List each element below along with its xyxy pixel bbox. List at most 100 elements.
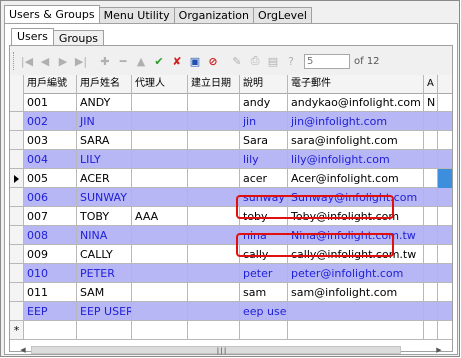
cell-extra[interactable]	[424, 302, 438, 320]
row-header[interactable]	[10, 245, 24, 263]
cell-created[interactable]	[188, 169, 240, 187]
cell-extra[interactable]	[424, 283, 438, 301]
cell-email[interactable]: sara@infolight.com	[288, 131, 424, 149]
cell-agent[interactable]	[132, 169, 188, 187]
cell-extra[interactable]	[424, 169, 438, 187]
cell-created[interactable]	[188, 264, 240, 282]
cell-user-name[interactable]: EEP USER	[77, 302, 132, 320]
cell-email[interactable]	[288, 302, 424, 320]
cell-email[interactable]: jin@infolight.com	[288, 112, 424, 130]
cell-created[interactable]	[188, 283, 240, 301]
query-icon[interactable]: ✎	[228, 52, 246, 70]
cell-agent[interactable]	[132, 302, 188, 320]
cell-extra[interactable]	[424, 112, 438, 130]
cell-email[interactable]: andykao@infolight.com	[288, 93, 424, 111]
scroll-right-icon[interactable]: ▶	[433, 345, 445, 355]
cell-extra[interactable]: N	[424, 93, 438, 111]
cell-description[interactable]: acer	[240, 169, 288, 187]
cell-user-id[interactable]: 011	[24, 283, 77, 301]
row-header[interactable]	[10, 283, 24, 301]
cell-description[interactable]: lily	[240, 150, 288, 168]
edit-icon[interactable]: ▲	[132, 52, 150, 70]
table-row[interactable]: 010 PETER peter peter@infolight.com	[10, 264, 452, 283]
cell-agent[interactable]	[132, 264, 188, 282]
cell-description[interactable]: sam	[240, 283, 288, 301]
cell-agent[interactable]	[132, 226, 188, 244]
cell-created[interactable]	[188, 226, 240, 244]
new-row[interactable]: *	[10, 321, 452, 340]
row-header[interactable]	[10, 112, 24, 130]
cell-created[interactable]	[188, 93, 240, 111]
selected-cell[interactable]	[438, 169, 452, 188]
row-header[interactable]	[10, 264, 24, 282]
cell-email[interactable]: peter@infolight.com	[288, 264, 424, 282]
cell-extra[interactable]	[424, 188, 438, 206]
cell-description[interactable]: eep user	[240, 302, 288, 320]
column-header-description[interactable]: 說明	[240, 75, 288, 93]
cell-user-id[interactable]: 006	[24, 188, 77, 206]
cell-agent[interactable]	[132, 283, 188, 301]
cell-extra[interactable]	[424, 264, 438, 282]
add-icon[interactable]: ✚	[96, 52, 114, 70]
table-row[interactable]: 001 ANDY andy andykao@infolight.com N	[10, 93, 452, 112]
cell-description[interactable]	[240, 321, 288, 339]
cell-extra[interactable]	[424, 245, 438, 263]
cell-created[interactable]	[188, 188, 240, 206]
cell-user-name[interactable]: NINA	[77, 226, 132, 244]
move-last-icon[interactable]: ▶|	[72, 52, 90, 70]
row-header[interactable]	[10, 169, 24, 187]
cell-description[interactable]: andy	[240, 93, 288, 111]
tab-users[interactable]: Users	[11, 28, 54, 46]
move-first-icon[interactable]: |◀	[18, 52, 36, 70]
tab-groups[interactable]: Groups	[52, 30, 105, 46]
cell-email[interactable]: Acer@infolight.com	[288, 169, 424, 187]
cell-extra[interactable]	[424, 207, 438, 225]
move-previous-icon[interactable]: ◀	[36, 52, 54, 70]
cell-extra[interactable]	[424, 131, 438, 149]
ok-icon[interactable]: ✔	[150, 52, 168, 70]
tab-users-groups[interactable]: Users & Groups	[4, 5, 100, 25]
cell-agent[interactable]	[132, 93, 188, 111]
print-icon[interactable]: ⎙	[246, 52, 264, 70]
table-row[interactable]: 004 LILY lily lily@infolight.com	[10, 150, 452, 169]
row-header[interactable]	[10, 150, 24, 168]
cell-user-name[interactable]: JIN	[77, 112, 132, 130]
cell-created[interactable]	[188, 150, 240, 168]
cell-email[interactable]: lily@infolight.com	[288, 150, 424, 168]
cell-user-name[interactable]: PETER	[77, 264, 132, 282]
cell-user-name[interactable]: SUNWAY	[77, 188, 132, 206]
position-field[interactable]: 5	[304, 53, 350, 69]
cell-user-id[interactable]: 008	[24, 226, 77, 244]
cell-user-name[interactable]: SAM	[77, 283, 132, 301]
column-header-email[interactable]: 電子郵件	[288, 75, 424, 93]
delete-icon[interactable]: ━	[114, 52, 132, 70]
table-row[interactable]: 011 SAM sam sam@infolight.com	[10, 283, 452, 302]
column-header-extra[interactable]: A	[424, 75, 438, 93]
cell-user-name[interactable]: ANDY	[77, 93, 132, 111]
cell-user-name[interactable]	[77, 321, 132, 339]
row-header[interactable]	[10, 302, 24, 320]
help-icon[interactable]: ?	[282, 52, 300, 70]
cell-user-id[interactable]: 001	[24, 93, 77, 111]
cell-user-id[interactable]: 010	[24, 264, 77, 282]
row-header[interactable]	[10, 131, 24, 149]
cancel-icon[interactable]: ✘	[168, 52, 186, 70]
cell-user-name[interactable]: CALLY	[77, 245, 132, 263]
cell-agent[interactable]	[132, 131, 188, 149]
cell-created[interactable]	[188, 112, 240, 130]
row-header[interactable]	[10, 188, 24, 206]
cell-user-name[interactable]: ACER	[77, 169, 132, 187]
table-row[interactable]: 002 JIN jin jin@infolight.com	[10, 112, 452, 131]
cell-description[interactable]: jin	[240, 112, 288, 130]
row-header[interactable]	[10, 226, 24, 244]
save-icon[interactable]: ▣	[186, 52, 204, 70]
cell-user-id[interactable]: EEP	[24, 302, 77, 320]
table-row[interactable]: 005 ACER acer Acer@infolight.com	[10, 169, 452, 188]
cell-email[interactable]	[288, 321, 424, 339]
cell-user-id[interactable]: 005	[24, 169, 77, 187]
export-icon[interactable]: ▤	[264, 52, 282, 70]
column-header-created[interactable]: 建立日期	[188, 75, 240, 93]
horizontal-scrollbar[interactable]: ◀ ┃┃┃ ▶	[5, 345, 447, 355]
cell-agent[interactable]	[132, 150, 188, 168]
cell-extra[interactable]	[424, 226, 438, 244]
